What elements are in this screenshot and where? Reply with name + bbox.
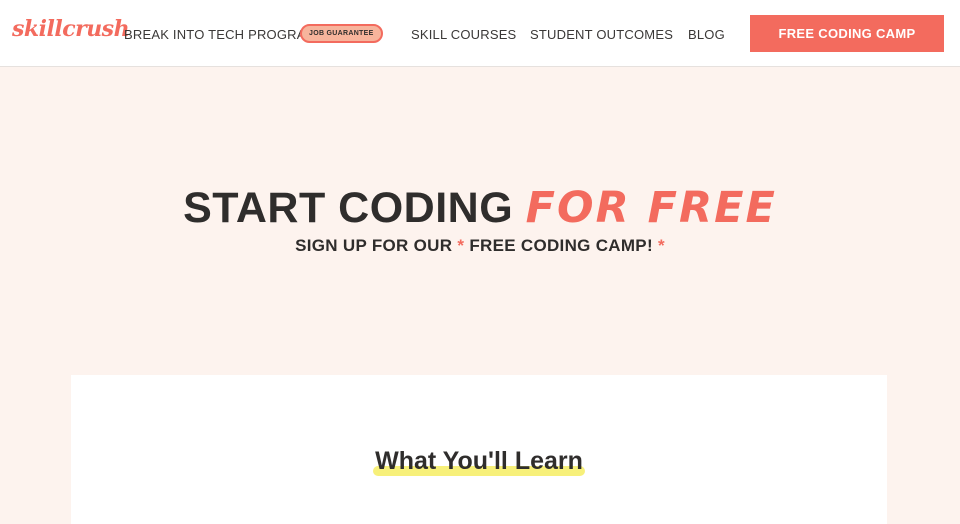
asterisk-icon-2: * <box>657 236 665 255</box>
nav-link-blog[interactable]: BLOG <box>688 27 725 42</box>
hero-title-accent: FOR FREE <box>525 183 777 233</box>
hero-title-main: START CODING <box>183 184 514 232</box>
learn-heading-text: What You'll Learn <box>375 447 583 475</box>
nav-link-break-into-tech[interactable]: BREAK INTO TECH PROGRAM <box>124 27 317 42</box>
learn-heading-wrap: What You'll Learn <box>373 447 585 476</box>
free-coding-camp-button[interactable]: FREE CODING CAMP <box>750 15 944 52</box>
learn-card: What You'll Learn <box>71 375 887 524</box>
learn-heading: What You'll Learn <box>71 447 887 476</box>
hero-subtitle: SIGN UP FOR OUR * FREE CODING CAMP! * <box>0 236 960 256</box>
asterisk-icon: * <box>457 236 465 255</box>
hero-subtitle-middle: FREE CODING CAMP! <box>469 236 653 255</box>
hero-subtitle-before: SIGN UP FOR OUR <box>295 236 453 255</box>
hero-title: START CODING FOR FREE <box>0 183 960 233</box>
top-navbar: skillcrush BREAK INTO TECH PROGRAM JOB G… <box>0 0 960 67</box>
nav-link-skill-courses[interactable]: SKILL COURSES <box>411 27 516 42</box>
nav-link-student-outcomes[interactable]: STUDENT OUTCOMES <box>530 27 673 42</box>
job-guarantee-badge: JOB GUARANTEE <box>300 24 383 43</box>
skillcrush-logo[interactable]: skillcrush <box>12 16 130 42</box>
